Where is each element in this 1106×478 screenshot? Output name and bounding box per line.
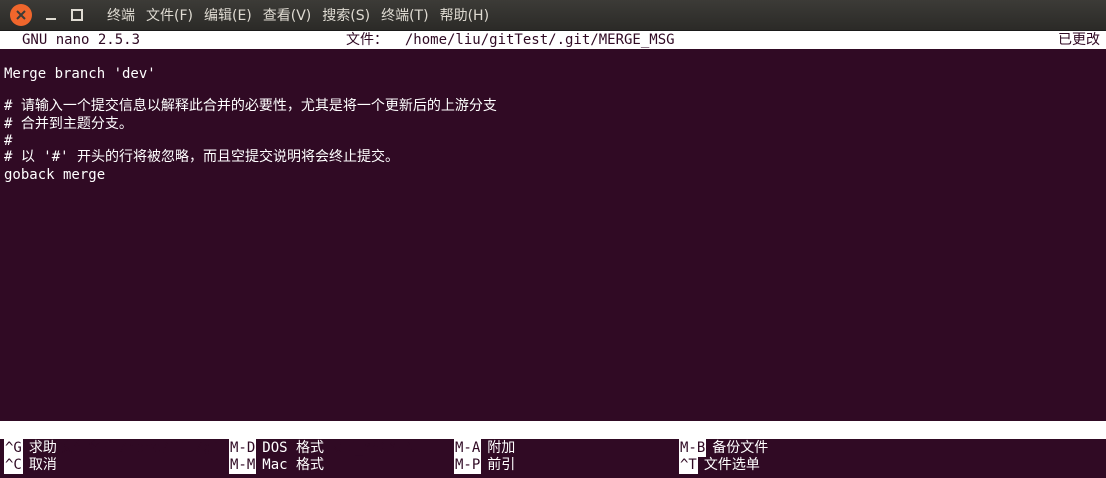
shortcut-label: Mac 格式 xyxy=(262,457,325,473)
content-line[interactable]: # xyxy=(4,133,12,150)
shortcut-help[interactable]: ^G 求助 xyxy=(4,439,57,457)
menu-view[interactable]: 查看(V) xyxy=(262,3,313,27)
menu-file[interactable]: 文件(F) xyxy=(145,3,194,27)
shortcut-row-2: ^C 取消 M-M Mac 格式 M-P 前引 ^T 文件选单 xyxy=(0,456,1106,474)
shortcut-key: ^T xyxy=(679,456,698,474)
shortcut-prepend[interactable]: M-P 前引 xyxy=(454,456,515,474)
shortcut-label: 求助 xyxy=(28,440,57,456)
shortcut-label: 附加 xyxy=(487,440,516,456)
close-button[interactable] xyxy=(10,4,32,26)
shortcut-label: 备份文件 xyxy=(712,440,769,456)
menu-bar: 终端 文件(F) 编辑(E) 查看(V) 搜索(S) 终端(T) 帮助(H) xyxy=(106,3,499,27)
shortcut-label: 取消 xyxy=(28,457,57,473)
shortcut-key: ^C xyxy=(4,456,23,474)
menu-search[interactable]: 搜索(S) xyxy=(321,3,371,27)
shortcut-label: DOS 格式 xyxy=(262,440,325,456)
shortcut-label: 前引 xyxy=(487,457,516,473)
content-line[interactable]: goback merge xyxy=(4,167,105,184)
content-line[interactable]: # 以 '#' 开头的行将被忽略，而且空提交说明将会终止提交。 xyxy=(4,149,399,166)
shortcut-row-1: ^G 求助 M-D DOS 格式 M-A 附加 M-B 备份文件 xyxy=(0,439,1106,457)
shortcut-append[interactable]: M-A 附加 xyxy=(454,439,515,457)
shortcut-key: ^G xyxy=(4,439,23,457)
shortcut-file-browser[interactable]: ^T 文件选单 xyxy=(679,456,760,474)
shortcut-label: 文件选单 xyxy=(703,457,760,473)
filename-prompt[interactable]: 要写入的文件名: /home/liu/gitTest/.git/MERGE_MS… xyxy=(0,421,1106,456)
shortcut-backup[interactable]: M-B 备份文件 xyxy=(679,439,768,457)
nano-version: GNU nano 2.5.3 xyxy=(22,32,141,48)
minimize-icon xyxy=(46,18,56,20)
shortcut-key: M-P xyxy=(454,456,482,474)
content-line[interactable]: # 合并到主题分支。 xyxy=(4,116,133,133)
nano-file-label: 文件： /home/liu/gitTest/.git/MERGE_MSG xyxy=(346,32,675,48)
terminal-area[interactable]: GNU nano 2.5.3 文件： /home/liu/gitTest/.gi… xyxy=(0,31,1106,478)
shortcut-dos-format[interactable]: M-D DOS 格式 xyxy=(229,439,324,457)
window-titlebar: 终端 文件(F) 编辑(E) 查看(V) 搜索(S) 终端(T) 帮助(H) xyxy=(0,0,1106,31)
menu-terminal[interactable]: 终端(T) xyxy=(380,3,429,27)
shortcut-key: M-M xyxy=(229,456,257,474)
shortcut-key: M-D xyxy=(229,439,257,457)
maximize-button[interactable] xyxy=(66,4,88,26)
shortcut-key: M-B xyxy=(679,439,707,457)
menu-help[interactable]: 帮助(H) xyxy=(439,3,490,27)
content-line[interactable]: # 请输入一个提交信息以解释此合并的必要性，尤其是将一个更新后的上游分支 xyxy=(4,98,497,115)
close-icon xyxy=(16,10,26,20)
menu-edit[interactable]: 编辑(E) xyxy=(203,3,253,27)
shortcut-mac-format[interactable]: M-M Mac 格式 xyxy=(229,456,324,474)
minimize-button[interactable] xyxy=(40,4,62,26)
nano-header-bar: GNU nano 2.5.3 文件： /home/liu/gitTest/.gi… xyxy=(0,31,1106,49)
content-line[interactable]: Merge branch 'dev' xyxy=(4,66,156,83)
maximize-icon xyxy=(71,9,83,21)
nano-modified-flag: 已更改 xyxy=(1058,32,1100,48)
shortcut-key: M-A xyxy=(454,439,482,457)
shortcut-cancel[interactable]: ^C 取消 xyxy=(4,456,57,474)
menu-terminal-app[interactable]: 终端 xyxy=(106,3,136,27)
